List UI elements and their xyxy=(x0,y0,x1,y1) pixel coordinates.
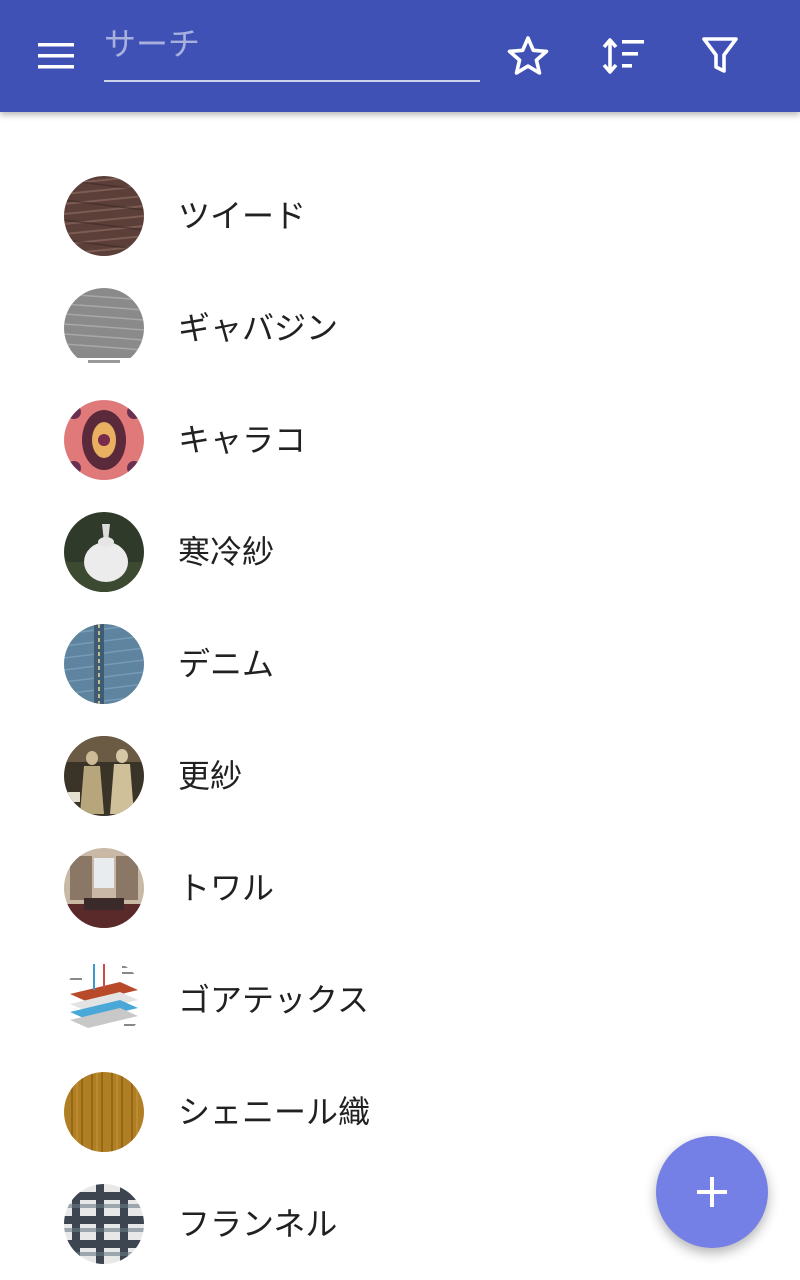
item-label: キャラコ xyxy=(178,421,307,459)
toile-thumbnail xyxy=(64,848,144,928)
sort-icon xyxy=(602,38,644,74)
item-label: ギャバジン xyxy=(178,309,339,347)
list-item[interactable]: ゴアテックス xyxy=(0,944,800,1056)
list-item[interactable]: トワル xyxy=(0,832,800,944)
item-label: シェニール織 xyxy=(178,1093,371,1131)
item-label: 寒冷紗 xyxy=(178,533,275,571)
gabardine-thumbnail xyxy=(64,288,144,368)
star-outline-icon xyxy=(507,36,549,75)
list-item[interactable]: デニム xyxy=(0,608,800,720)
list-item[interactable]: ギャバジン xyxy=(0,272,800,384)
item-label: 更紗 xyxy=(178,757,243,795)
add-button[interactable] xyxy=(656,1136,768,1248)
denim-thumbnail xyxy=(64,624,144,704)
cheesecloth-thumbnail xyxy=(64,512,144,592)
favorites-button[interactable] xyxy=(492,20,564,92)
list-item[interactable]: キャラコ xyxy=(0,384,800,496)
item-label: トワル xyxy=(178,869,275,907)
menu-icon xyxy=(38,43,74,69)
menu-button[interactable] xyxy=(20,20,92,92)
chenille-thumbnail xyxy=(64,1072,144,1152)
item-label: ツイード xyxy=(178,197,307,235)
chintz-thumbnail xyxy=(64,736,144,816)
search-input[interactable] xyxy=(104,22,480,80)
filter-icon xyxy=(702,37,738,73)
fabric-list: ツイード ギャバジン キャラコ 寒冷紗 デニム 更紗 トワル ゴアテックス シェ… xyxy=(0,160,800,1280)
list-item[interactable]: 更紗 xyxy=(0,720,800,832)
plus-icon xyxy=(697,1177,727,1207)
item-label: デニム xyxy=(178,645,275,683)
list-item[interactable]: 寒冷紗 xyxy=(0,496,800,608)
tweed-thumbnail xyxy=(64,176,144,256)
list-item[interactable]: ツイード xyxy=(0,160,800,272)
item-label: フランネル xyxy=(178,1205,338,1243)
sort-button[interactable] xyxy=(588,20,660,92)
search-field xyxy=(104,22,480,82)
calico-thumbnail xyxy=(64,400,144,480)
filter-button[interactable] xyxy=(684,20,756,92)
app-bar xyxy=(0,0,800,112)
item-label: ゴアテックス xyxy=(178,981,370,1019)
flannel-thumbnail xyxy=(64,1184,144,1264)
gore-tex-thumbnail xyxy=(64,960,144,1040)
